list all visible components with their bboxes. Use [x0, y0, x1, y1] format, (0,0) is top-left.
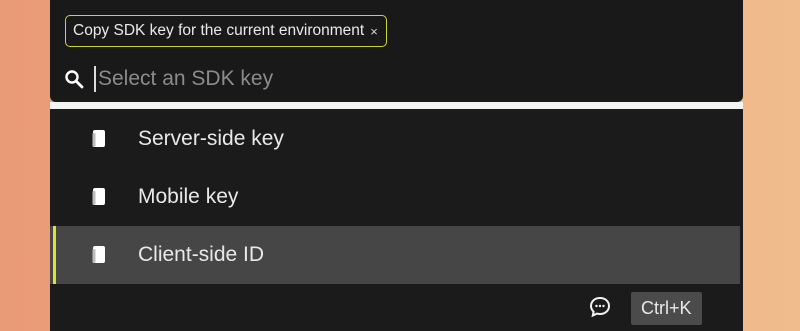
document-icon: [90, 186, 110, 208]
result-label: Server-side key: [138, 127, 284, 150]
result-item-server-side-key[interactable]: Server-side key: [50, 110, 740, 168]
document-icon: [90, 128, 110, 150]
keyboard-shortcut-badge: Ctrl+K: [631, 292, 702, 325]
active-indicator: [53, 226, 56, 284]
result-label: Mobile key: [138, 185, 239, 208]
palette-footer: Ctrl+K: [50, 284, 740, 331]
search-panel: Copy SDK key for the current environment…: [50, 0, 743, 102]
result-label: Client-side ID: [138, 243, 265, 266]
chat-bubble-icon[interactable]: [588, 295, 612, 319]
search-icon: [62, 67, 86, 91]
close-icon[interactable]: ×: [370, 25, 378, 38]
divider: [50, 102, 743, 109]
document-icon: [90, 244, 110, 266]
context-chip[interactable]: Copy SDK key for the current environment…: [65, 15, 387, 47]
search-row: [62, 62, 722, 96]
command-palette: Copy SDK key for the current environment…: [50, 0, 743, 331]
context-chip-label: Copy SDK key for the current environment: [73, 22, 365, 40]
result-item-mobile-key[interactable]: Mobile key: [50, 168, 740, 226]
search-input[interactable]: [94, 66, 658, 92]
results-list: Server-side key Mobile key Client-side I…: [50, 109, 743, 331]
result-item-client-side-id[interactable]: Client-side ID: [50, 226, 740, 284]
